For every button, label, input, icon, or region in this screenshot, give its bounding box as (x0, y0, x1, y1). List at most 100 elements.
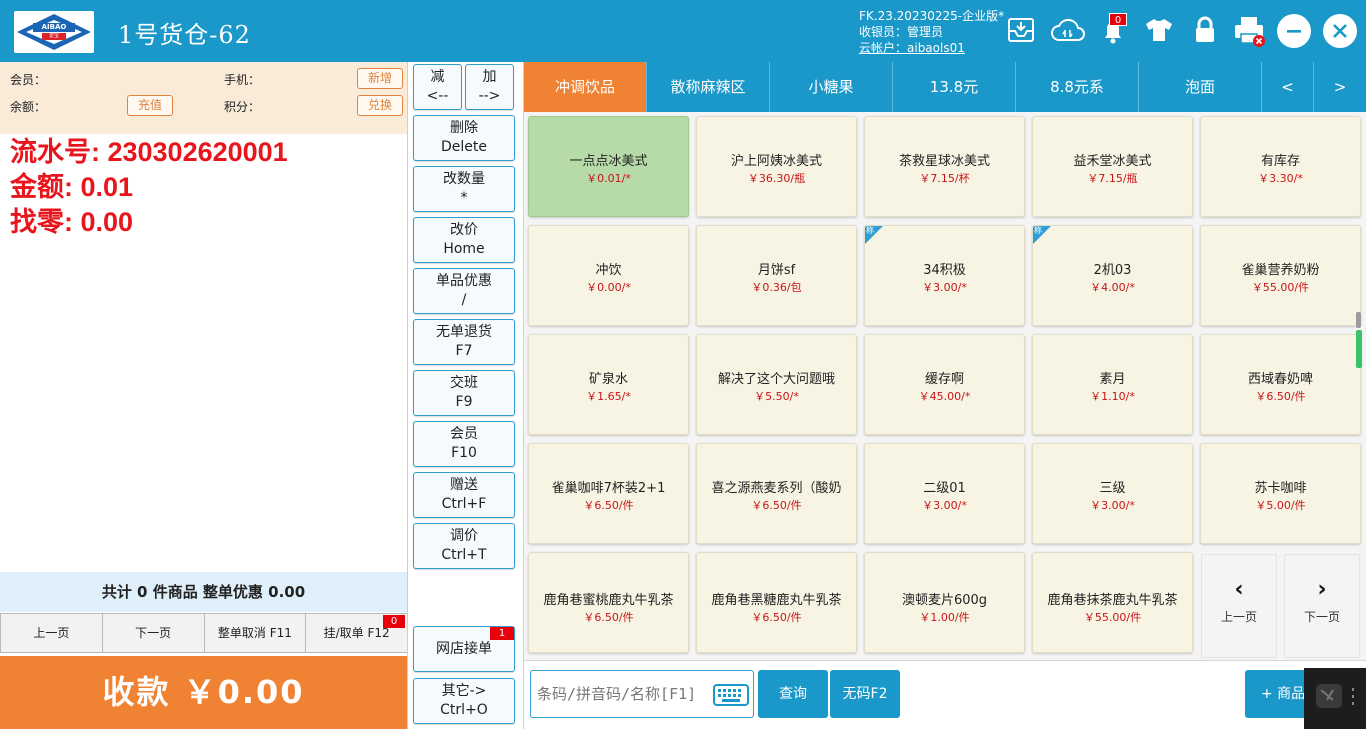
change-quantity-button[interactable]: 改数量 * (413, 166, 515, 212)
product-price: ￥0.00/* (586, 281, 631, 294)
tab-category-4[interactable]: 8.8元系 (1016, 62, 1139, 112)
product-price: ￥5.50/* (754, 390, 799, 403)
tab-category-0[interactable]: 冲调饮品 (524, 62, 647, 112)
minimize-button[interactable] (1277, 14, 1311, 48)
change-price-key: Home (443, 241, 485, 257)
increase-button[interactable]: 加 --> (465, 64, 514, 110)
next-page-button[interactable]: 下一页 (101, 613, 205, 653)
decrease-button[interactable]: 减 <-- (413, 64, 462, 110)
item-discount-label: 单品优惠 (436, 273, 492, 289)
decrease-label: 减 (430, 69, 445, 85)
product-tile[interactable]: 雀巢营养奶粉 ￥55.00/件 (1200, 225, 1361, 326)
weighed-tag-label: 称 (1034, 226, 1042, 235)
online-orders-badge: 1 (490, 627, 514, 640)
no-barcode-button[interactable]: 无码F2 (830, 670, 900, 718)
product-name: 澳顿麦片600g (901, 593, 988, 608)
product-price: ￥1.00/件 (919, 611, 970, 624)
product-price: ￥45.00/* (918, 390, 971, 403)
product-tile[interactable]: 苏卡咖啡 ￥5.00/件 (1200, 443, 1361, 544)
delete-button[interactable]: 删除 Delete (413, 115, 515, 161)
product-tile[interactable]: 称 34积极 ￥3.00/* (864, 225, 1025, 326)
tab-category-3[interactable]: 13.8元 (893, 62, 1016, 112)
product-tile[interactable]: 素月 ￥1.10/* (1032, 334, 1193, 435)
product-name: 西域春奶啤 (1247, 372, 1313, 387)
product-tile[interactable]: 冲饮 ￥0.00/* (528, 225, 689, 326)
product-grid: 一点点冰美式 ￥0.01/* 沪上阿姨冰美式 ￥36.30/瓶 茶救星球冰美式 … (524, 112, 1366, 660)
member-button[interactable]: 会员 F10 (413, 421, 515, 467)
hold-order-label: 挂/取单 F12 (323, 626, 390, 640)
scan-icon[interactable] (1006, 14, 1036, 46)
return-button[interactable]: 无单退货 F7 (413, 319, 515, 365)
tab-category-1[interactable]: 散称麻辣区 (647, 62, 770, 112)
tab-category-5[interactable]: 泡面 (1139, 62, 1262, 112)
redeem-button[interactable]: 兑换 (357, 95, 403, 116)
balance-label: 余额： (10, 100, 47, 114)
product-tile[interactable]: 澳顿麦片600g ￥1.00/件 (864, 552, 1025, 653)
product-tile[interactable]: 茶救星球冰美式 ￥7.15/杯 (864, 116, 1025, 217)
other-functions-button[interactable]: 其它-> Ctrl+O (413, 678, 515, 724)
product-tile[interactable]: 有库存 ￥3.30/* (1200, 116, 1361, 217)
close-button[interactable] (1323, 14, 1357, 48)
product-tile[interactable]: 一点点冰美式 ￥0.01/* (528, 116, 689, 217)
minimize-icon (1287, 30, 1301, 33)
category-next-button[interactable]: > (1314, 62, 1366, 112)
serial-number: 流水号: 230302620001 (10, 137, 288, 167)
add-member-button[interactable]: 新增 (357, 68, 403, 89)
product-tile[interactable]: 沪上阿姨冰美式 ￥36.30/瓶 (696, 116, 857, 217)
search-input[interactable] (537, 683, 709, 705)
lock-icon[interactable] (1190, 14, 1220, 46)
increase-label: 加 (482, 69, 497, 85)
product-tile[interactable]: 鹿角巷抹茶鹿丸牛乳茶 ￥55.00/件 (1032, 552, 1193, 653)
recharge-button[interactable]: 充值 (127, 95, 173, 116)
gift-button[interactable]: 赠送 Ctrl+F (413, 472, 515, 518)
cancel-order-button[interactable]: 整单取消 F11 (203, 613, 307, 653)
change-price-button[interactable]: 改价 Home (413, 217, 515, 263)
logo-subtext: 爱宝 (42, 33, 66, 40)
product-tile[interactable]: 称 2机03 ￥4.00/* (1032, 225, 1193, 326)
product-tile[interactable]: 缓存啊 ￥45.00/* (864, 334, 1025, 435)
online-orders-button[interactable]: 网店接单 1 (413, 626, 515, 672)
product-tile[interactable]: 鹿角巷黑糖鹿丸牛乳茶 ￥6.50/件 (696, 552, 857, 653)
product-tile[interactable]: 益禾堂冰美式 ￥7.15/瓶 (1032, 116, 1193, 217)
product-tile[interactable]: 二级01 ￥3.00/* (864, 443, 1025, 544)
product-tile[interactable]: 雀巢咖啡7杯装2+1 ￥6.50/件 (528, 443, 689, 544)
product-price: ￥3.00/* (922, 281, 967, 294)
product-tile[interactable]: 西域春奶啤 ￥6.50/件 (1200, 334, 1361, 435)
member-button-label: 会员 (450, 426, 478, 442)
product-name: 鹿角巷黑糖鹿丸牛乳茶 (711, 593, 842, 608)
product-tile[interactable]: 喜之源燕麦系列（酸奶 ￥6.50/件 (696, 443, 857, 544)
cloud-account-link[interactable]: 云帐户：aibaols01 (859, 40, 1004, 56)
category-prev-button[interactable]: < (1262, 62, 1314, 112)
adjust-price-button[interactable]: 调价 Ctrl+T (413, 523, 515, 569)
product-tile[interactable]: 矿泉水 ￥1.65/* (528, 334, 689, 435)
product-name: 素月 (1099, 372, 1126, 387)
grid-prev-page-button[interactable]: ‹ 上一页 (1201, 554, 1277, 658)
product-price: ￥3.00/* (922, 499, 967, 512)
query-button[interactable]: 查询 (758, 670, 828, 718)
checkout-button[interactable]: 收款 ￥0.00 (0, 656, 407, 729)
grid-scrollbar[interactable] (1356, 312, 1361, 328)
tab-category-2[interactable]: 小糖果 (770, 62, 893, 112)
product-name: 喜之源燕麦系列（酸奶 (711, 481, 842, 496)
product-tile[interactable]: 解决了这个大问题哦 ￥5.50/* (696, 334, 857, 435)
product-tile[interactable]: 月饼sf ￥0.36/包 (696, 225, 857, 326)
product-tile[interactable]: 鹿角巷蜜桃鹿丸牛乳茶 ￥6.50/件 (528, 552, 689, 653)
shirt-icon[interactable] (1144, 14, 1174, 46)
member-panel: 会员： 手机： 新增 余额： 充值 积分： 兑换 (0, 62, 407, 134)
overlay-widget[interactable] (1304, 668, 1366, 729)
transaction-info: 流水号: 230302620001 金额: 0.01 找零: 0.00 (10, 135, 288, 240)
printer-icon[interactable] (1232, 14, 1268, 47)
item-discount-button[interactable]: 单品优惠 / (413, 268, 515, 314)
amount-value: 金额: 0.01 (10, 172, 134, 202)
hold-order-button[interactable]: 挂/取单 F12 0 (305, 613, 408, 653)
cloud-sync-icon[interactable] (1050, 14, 1086, 46)
shift-handover-button[interactable]: 交班 F9 (413, 370, 515, 416)
product-price: ￥55.00/件 (1251, 281, 1310, 294)
product-tile[interactable]: 三级 ￥3.00/* (1032, 443, 1193, 544)
session-info: FK.23.20230225-企业版* 收银员：管理员 云帐户：aibaols0… (859, 8, 1004, 56)
grid-next-page-button[interactable]: › 下一页 (1284, 554, 1360, 658)
prev-page-button[interactable]: 上一页 (0, 613, 103, 653)
product-name: 雀巢营养奶粉 (1241, 263, 1320, 278)
keyboard-icon[interactable] (713, 683, 749, 707)
close-icon (1333, 24, 1347, 38)
